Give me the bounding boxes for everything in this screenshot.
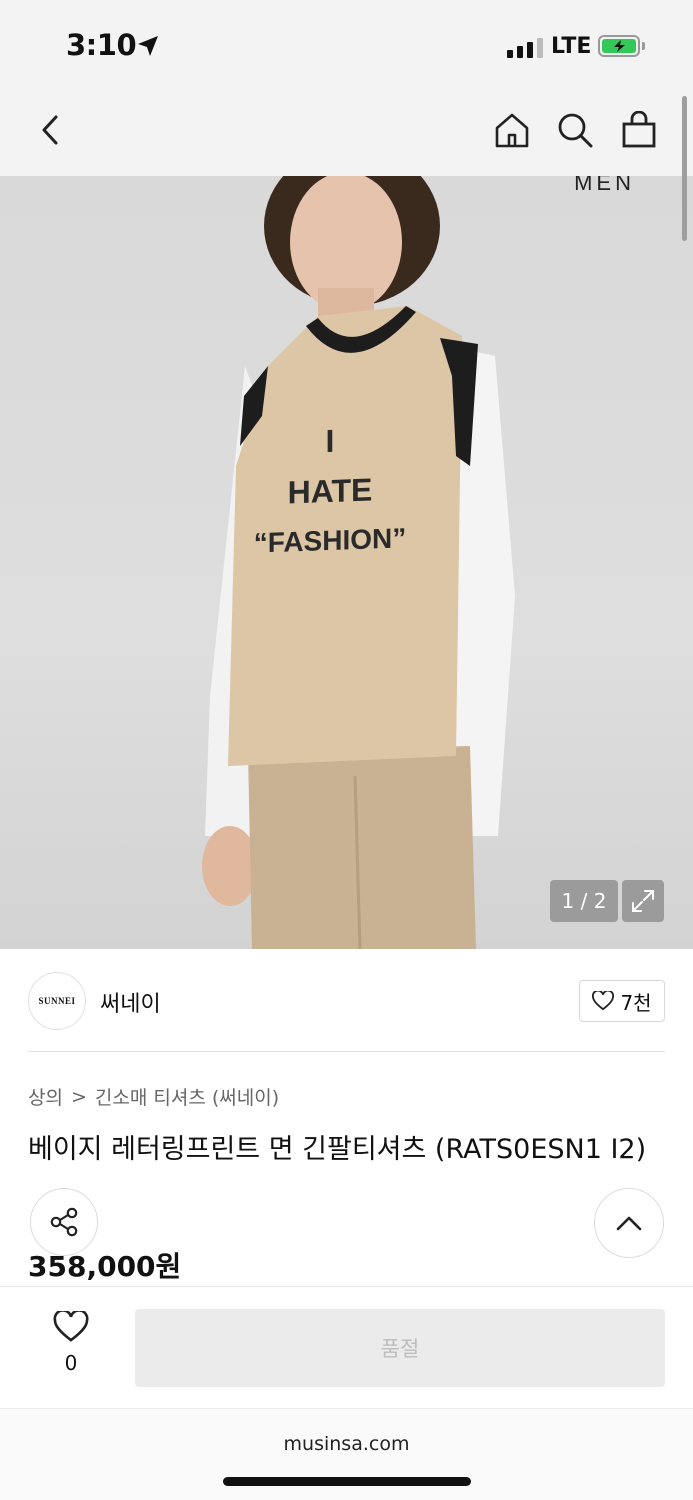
status-bar: 3:10 LTE — [0, 0, 693, 92]
status-time: 3:10 — [66, 28, 137, 62]
top-nav — [0, 92, 693, 176]
heart-icon — [592, 991, 615, 1011]
search-button[interactable] — [553, 108, 597, 152]
search-icon — [558, 113, 593, 148]
network-label: LTE — [551, 34, 592, 59]
expand-icon — [632, 890, 654, 912]
home-icon — [495, 113, 529, 148]
cart-button[interactable] — [617, 108, 661, 152]
garment-text-line: I — [325, 422, 335, 460]
battery-tip — [642, 42, 645, 50]
chevron-up-icon — [616, 1216, 642, 1231]
wishlist-button[interactable]: 0 — [48, 1309, 94, 1375]
scroll-top-button[interactable] — [594, 1188, 664, 1258]
soldout-button[interactable]: 품절 — [135, 1309, 665, 1387]
share-button[interactable] — [30, 1188, 98, 1256]
battery-icon — [598, 35, 640, 57]
product-image[interactable]: MEN I HATE “FASHION” 1 / 2 — [0, 176, 693, 949]
breadcrumb-separator: > — [70, 1085, 87, 1108]
breadcrumb: 상의 > 긴소매 티셔츠 (써네이) — [28, 1083, 279, 1110]
scrollbar[interactable] — [682, 96, 687, 241]
shopping-bag-icon — [622, 111, 656, 148]
location-arrow-icon — [138, 36, 158, 56]
share-icon — [50, 1207, 78, 1237]
purchase-bar: 0 품절 — [0, 1286, 693, 1408]
brand-name[interactable]: 써네이 — [100, 986, 161, 1018]
wishlist-count: 0 — [64, 1351, 78, 1375]
product-title: 베이지 레터링프린트 면 긴팔티셔츠 (RATS0ESN1 I2) — [28, 1134, 647, 1165]
browser-bar: musinsa.com — [0, 1408, 693, 1500]
home-button[interactable] — [490, 108, 534, 152]
brand-row[interactable]: SUNNEI 써네이 7천 — [28, 972, 665, 1030]
back-button[interactable] — [28, 108, 72, 152]
divider — [28, 1051, 665, 1052]
garment-text-line: “FASHION” — [253, 522, 407, 559]
breadcrumb-category[interactable]: 상의 — [28, 1083, 63, 1110]
garment-print: I HATE “FASHION” — [250, 413, 410, 569]
brand-like-count: 7천 — [620, 990, 652, 1015]
url-label[interactable]: musinsa.com — [0, 1433, 693, 1455]
chevron-left-icon — [42, 115, 58, 145]
home-indicator[interactable] — [223, 1477, 471, 1486]
breadcrumb-subcategory[interactable]: 긴소매 티셔츠 (써네이) — [95, 1083, 279, 1110]
garment-text-line: HATE — [287, 471, 373, 511]
heart-icon — [53, 1309, 89, 1342]
image-counter: 1 / 2 — [550, 880, 618, 922]
brand-like-button[interactable]: 7천 — [579, 980, 665, 1022]
expand-button[interactable] — [622, 880, 664, 922]
brand-logo[interactable]: SUNNEI — [28, 972, 86, 1030]
signal-strength-icon — [507, 38, 543, 58]
